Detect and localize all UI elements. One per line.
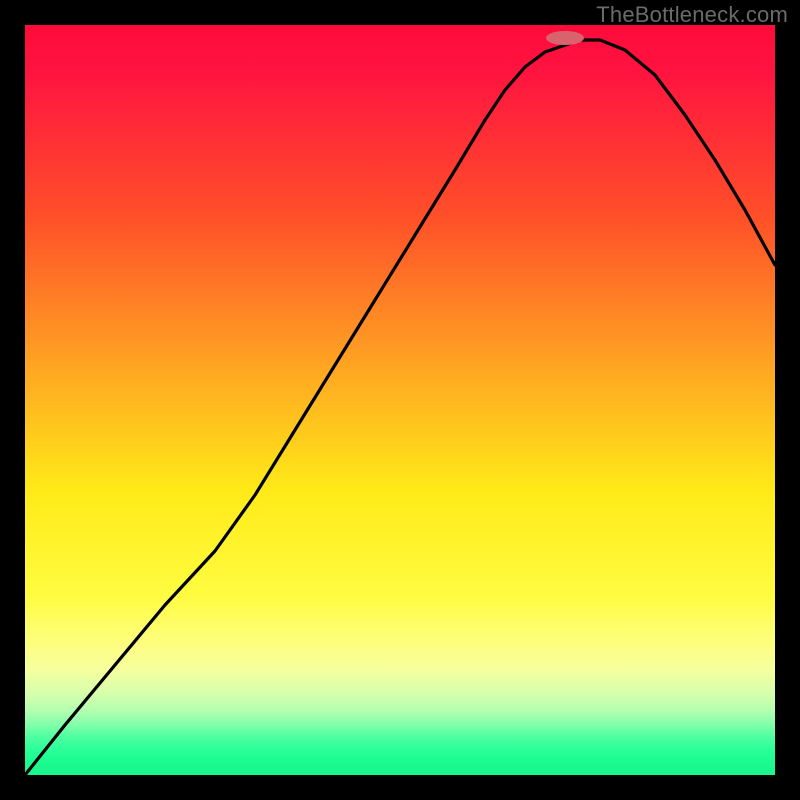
bottleneck-curve: [25, 40, 775, 775]
chart-frame: TheBottleneck.com: [0, 0, 800, 800]
watermark-label: TheBottleneck.com: [596, 2, 788, 28]
optimal-point-marker: [546, 31, 584, 45]
plot-area: [25, 25, 775, 775]
curve-layer: [25, 25, 775, 775]
